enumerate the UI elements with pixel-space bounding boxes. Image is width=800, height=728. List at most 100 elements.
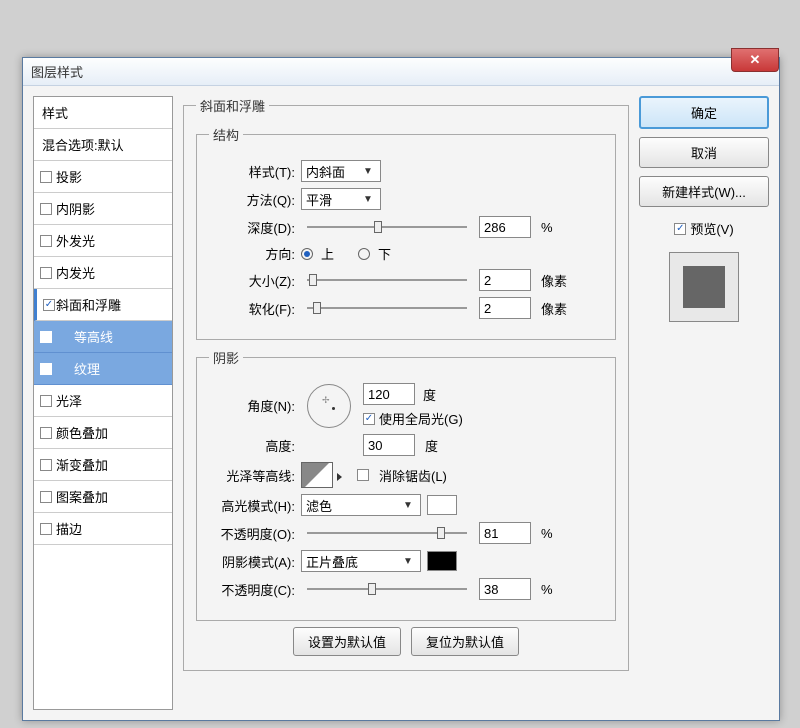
close-button[interactable]: ✕ [731, 48, 779, 72]
sidebar-item-gradient-overlay[interactable]: 渐变叠加 [34, 449, 172, 481]
antialias-checkbox[interactable] [357, 469, 369, 481]
checkbox-icon[interactable] [40, 331, 52, 343]
shadow-color-swatch[interactable] [427, 551, 457, 571]
size-slider[interactable] [307, 271, 467, 289]
depth-unit: % [541, 220, 553, 235]
shadow-opacity-slider[interactable] [307, 580, 467, 598]
checkbox-icon[interactable] [40, 491, 52, 503]
angle-wheel[interactable]: ✢ [307, 384, 351, 428]
panel-title: 斜面和浮雕 [196, 96, 269, 115]
shadow-mode-dropdown[interactable]: 正片叠底 ▼ [301, 550, 421, 572]
set-default-button[interactable]: 设置为默认值 [293, 627, 401, 656]
size-input[interactable]: 2 [479, 269, 531, 291]
soften-unit: 像素 [541, 299, 567, 318]
method-dropdown[interactable]: 平滑 ▼ [301, 188, 381, 210]
direction-down-label: 下 [378, 244, 391, 263]
highlight-opacity-unit: % [541, 526, 553, 541]
slider-thumb-icon[interactable] [313, 302, 321, 314]
checkbox-icon[interactable] [40, 203, 52, 215]
shading-legend: 阴影 [209, 348, 243, 367]
titlebar[interactable]: 图层样式 ✕ [23, 58, 779, 86]
chevron-down-icon: ▼ [360, 194, 376, 205]
highlight-opacity-slider[interactable] [307, 524, 467, 542]
soften-slider[interactable] [307, 299, 467, 317]
highlight-mode-dropdown[interactable]: 滤色 ▼ [301, 494, 421, 516]
highlight-opacity-input[interactable]: 81 [479, 522, 531, 544]
checkbox-icon[interactable] [40, 171, 52, 183]
gloss-contour-picker[interactable] [301, 462, 333, 488]
sidebar-item-label: 渐变叠加 [56, 455, 108, 474]
sidebar-item-inner-glow[interactable]: 内发光 [34, 257, 172, 289]
settings-panels: 斜面和浮雕 结构 样式(T): 内斜面▼ 方法(Q): 平滑▼ 深度(D): [183, 96, 629, 710]
checkbox-icon[interactable] [40, 267, 52, 279]
sidebar-item-contour[interactable]: 等高线 [34, 321, 172, 353]
sidebar-item-pattern-overlay[interactable]: 图案叠加 [34, 481, 172, 513]
checkbox-icon[interactable] [43, 299, 55, 311]
sidebar-item-texture[interactable]: 纹理 [34, 353, 172, 385]
sidebar-item-drop-shadow[interactable]: 投影 [34, 161, 172, 193]
bevel-emboss-fieldset: 斜面和浮雕 结构 样式(T): 内斜面▼ 方法(Q): 平滑▼ 深度(D): [183, 96, 629, 671]
sidebar-item-stroke[interactable]: 描边 [34, 513, 172, 545]
sidebar-item-label: 图案叠加 [56, 487, 108, 506]
preview-label: 预览(V) [690, 219, 733, 238]
crosshair-icon: ✢ [322, 395, 330, 406]
slider-thumb-icon[interactable] [374, 221, 382, 233]
style-label: 样式(T): [209, 162, 295, 181]
dropdown-value: 滤色 [306, 496, 332, 515]
checkbox-icon[interactable] [40, 363, 52, 375]
highlight-mode-label: 高光模式(H): [209, 496, 295, 515]
chevron-down-icon [337, 473, 342, 481]
main-area: 斜面和浮雕 结构 样式(T): 内斜面▼ 方法(Q): 平滑▼ 深度(D): [183, 96, 769, 710]
sidebar-item-bevel-emboss[interactable]: 斜面和浮雕 [34, 289, 172, 321]
sidebar-item-inner-shadow[interactable]: 内阴影 [34, 193, 172, 225]
chevron-down-icon: ▼ [360, 166, 376, 177]
highlight-color-swatch[interactable] [427, 495, 457, 515]
checkbox-icon[interactable] [40, 395, 52, 407]
angle-input[interactable]: 120 [363, 383, 415, 405]
depth-slider[interactable] [307, 218, 467, 236]
altitude-input[interactable]: 30 [363, 434, 415, 456]
sidebar-blend-options[interactable]: 混合选项:默认 [34, 129, 172, 161]
dropdown-value: 平滑 [306, 190, 332, 209]
shadow-opacity-label: 不透明度(C): [209, 580, 295, 599]
soften-input[interactable]: 2 [479, 297, 531, 319]
direction-down-radio[interactable] [358, 248, 370, 260]
cancel-button[interactable]: 取消 [639, 137, 769, 168]
chevron-down-icon: ▼ [400, 500, 416, 511]
sidebar-header-styles[interactable]: 样式 [34, 97, 172, 129]
checkbox-icon[interactable] [40, 427, 52, 439]
chevron-down-icon: ▼ [400, 556, 416, 567]
sidebar-item-satin[interactable]: 光泽 [34, 385, 172, 417]
shadow-opacity-unit: % [541, 582, 553, 597]
sidebar-item-label: 内发光 [56, 263, 95, 282]
size-unit: 像素 [541, 271, 567, 290]
preview-checkbox[interactable] [674, 223, 686, 235]
checkbox-icon[interactable] [40, 459, 52, 471]
angle-unit: 度 [423, 385, 436, 404]
layer-style-dialog: 图层样式 ✕ 样式 混合选项:默认 投影 内阴影 外发光 内发光 斜面和浮雕 等… [22, 57, 780, 721]
sidebar-item-color-overlay[interactable]: 颜色叠加 [34, 417, 172, 449]
gloss-contour-label: 光泽等高线: [209, 466, 295, 485]
close-icon: ✕ [750, 52, 761, 67]
direction-up-radio[interactable] [301, 248, 313, 260]
shadow-opacity-input[interactable]: 38 [479, 578, 531, 600]
checkbox-icon[interactable] [40, 235, 52, 247]
reset-default-button[interactable]: 复位为默认值 [411, 627, 519, 656]
new-style-button[interactable]: 新建样式(W)... [639, 176, 769, 207]
angle-label: 角度(N): [209, 396, 295, 415]
ok-button[interactable]: 确定 [639, 96, 769, 129]
depth-label: 深度(D): [209, 218, 295, 237]
shading-fieldset: 阴影 角度(N): ✢ 120 度 使 [196, 348, 616, 621]
slider-thumb-icon[interactable] [368, 583, 376, 595]
right-column: 确定 取消 新建样式(W)... 预览(V) [639, 96, 769, 710]
depth-input[interactable]: 286 [479, 216, 531, 238]
global-light-checkbox[interactable] [363, 413, 375, 425]
dropdown-value: 正片叠底 [306, 552, 358, 571]
size-label: 大小(Z): [209, 271, 295, 290]
checkbox-icon[interactable] [40, 523, 52, 535]
sidebar-item-outer-glow[interactable]: 外发光 [34, 225, 172, 257]
sidebar-item-label: 等高线 [74, 327, 113, 346]
slider-thumb-icon[interactable] [437, 527, 445, 539]
style-dropdown[interactable]: 内斜面▼ [301, 160, 381, 182]
slider-thumb-icon[interactable] [309, 274, 317, 286]
